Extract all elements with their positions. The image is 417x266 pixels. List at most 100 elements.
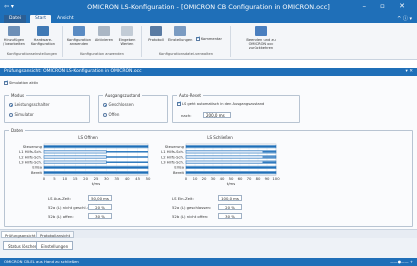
x-tick-label: 0: [43, 176, 46, 181]
timing-marker: [262, 161, 276, 163]
y-category-label: L2 Hilfs-Sch.: [19, 155, 42, 159]
open-timing-chart: 0 5 10 15 20 25 30 35 40 45 50t/msSteuerungL1 Hilf…: [19, 143, 151, 186]
radio-label: Offen: [108, 112, 120, 117]
auto-reset-checkbox-box[interactable]: [177, 101, 181, 106]
activate-label: Aktivieren: [94, 38, 114, 42]
x-tick-label: 45: [135, 176, 140, 181]
tab-datei[interactable]: Datei: [4, 15, 27, 23]
settings-icon: [174, 26, 186, 36]
activate-button[interactable]: Aktivieren: [94, 26, 114, 42]
y-category-label: Bereit: [173, 171, 185, 175]
ribbon-help-controls[interactable]: ^ ⓘ ▾: [397, 15, 412, 22]
radio-label: Geschlossen: [108, 102, 134, 107]
simulation-checkbox-box[interactable]: [4, 80, 8, 85]
x-tick-label: 90: [265, 176, 270, 181]
ribbon: Hinzufügen / bearbeiten Hardware-Konfigu…: [0, 23, 417, 60]
tab-ansicht[interactable]: Ansicht: [52, 15, 79, 23]
hardware-config-icon: [37, 26, 49, 36]
timing-marker: [44, 145, 148, 148]
stat-value-on-time: 100,0 ms: [218, 195, 242, 201]
radio-dot[interactable]: [9, 103, 13, 107]
stat-value-off-time: 50,00 ms: [88, 195, 112, 201]
timing-bar: [43, 150, 107, 154]
auto-reset-delay-input[interactable]: 200,0 ms: [203, 112, 231, 118]
x-tick-label: 15: [73, 176, 78, 181]
test-view-header: Prüfungsansicht: OMICRON LS-Konfiguratio…: [0, 68, 417, 76]
stat-value-52a-not-closed: 20 %: [88, 204, 112, 210]
add-edit-label: Hinzufügen / bearbeiten: [3, 38, 25, 46]
y-category-label: L3 Hilfs-Sch.: [19, 161, 42, 165]
settings-label: Einstellungen: [168, 38, 193, 42]
enter-values-label: Eingeben Werten: [118, 38, 136, 46]
panel-controls[interactable]: ▾ ✕: [406, 68, 413, 76]
timing-marker: [186, 145, 276, 148]
hardware-config-button[interactable]: Hardware-Konfiguration: [28, 26, 58, 46]
radio-offen[interactable]: Offen: [103, 112, 119, 117]
simulation-checkbox[interactable]: Simulation aktiv: [4, 80, 38, 85]
y-category-label: L1 Hilfs-Sch.: [19, 150, 42, 154]
timing-bar: [43, 155, 107, 159]
enter-values-button[interactable]: Eingeben Werten: [116, 26, 138, 46]
enter-values-icon: [121, 26, 133, 36]
timing-marker: [106, 151, 148, 153]
radio-label: Simulator: [14, 112, 34, 117]
stat-label-52a-not-closed: 52a (L) nicht geschl.:: [48, 205, 89, 210]
x-tick-label: 10: [193, 176, 198, 181]
stat-value-52b-not-open: 30 %: [218, 213, 242, 219]
stat-value-52b-open: 30 %: [88, 213, 112, 219]
radio-leistungsschalter[interactable]: Leistungsschalter: [9, 102, 50, 107]
x-tick-label: 30: [211, 176, 216, 181]
title-bar: ⇦ ▾ OMICRON LS-Konfiguration - [OMICRON …: [0, 0, 417, 14]
exit-return-button[interactable]: Beenden und zu OMICRON occ zurückkehren: [238, 26, 284, 50]
ribbon-separator: [62, 26, 63, 57]
timing-marker: [186, 166, 276, 169]
group-label-file: Konfigurationsdatei-verwalten: [158, 52, 214, 56]
radio-dot[interactable]: [9, 113, 13, 117]
x-tick-label: 60: [238, 176, 243, 181]
x-axis-label: t/ms: [92, 181, 100, 186]
timing-marker: [44, 171, 148, 174]
status-text: OMICRON CB-EL aus Hand zu schließen: [4, 259, 79, 264]
radio-dot[interactable]: [103, 103, 107, 107]
hardware-config-label: Hardware-Konfiguration: [30, 38, 56, 46]
window-title: OMICRON LS-Konfiguration - [OMICRON CB C…: [87, 3, 330, 11]
protocol-button[interactable]: Protokoll: [145, 26, 167, 42]
window-controls[interactable]: – ▫ ✕: [362, 2, 411, 10]
tab-protocol-view[interactable]: Protokollansicht: [36, 231, 75, 238]
stat-label-52a-closed: 52a (L) geschlossen:: [172, 205, 212, 210]
initial-state-legend: Ausgangszustand: [103, 93, 143, 98]
comment-checkbox[interactable]: Kommentar: [196, 36, 222, 41]
auto-reset-after-label: nach:: [181, 113, 192, 118]
x-tick-label: 35: [114, 176, 119, 181]
exit-return-label: Beenden und zu OMICRON occ zurückkehren: [246, 38, 276, 50]
radio-dot[interactable]: [103, 113, 107, 117]
tab-test-view[interactable]: Prüfungsansicht: [1, 231, 40, 238]
timing-marker: [106, 161, 148, 163]
auto-reset-checkbox[interactable]: LS geht automatisch in den Ausgangszusta…: [177, 101, 264, 106]
y-category-label: L3 Hilfs-Sch.: [161, 161, 184, 165]
status-settings-button[interactable]: Einstellungen: [36, 241, 74, 250]
group-label-apply: Konfiguration anwenden: [80, 52, 124, 56]
stat-value-52a-closed: 20 %: [218, 204, 242, 210]
tab-start[interactable]: Start: [30, 15, 51, 23]
status-button-area: Status löschen Einstellungen: [0, 238, 417, 258]
stat-label-52b-not-open: 52b (L) nicht offen:: [172, 214, 209, 219]
x-tick-label: 80: [256, 176, 261, 181]
settings-button[interactable]: Einstellungen: [168, 26, 192, 42]
radio-simulator[interactable]: Simulator: [9, 112, 34, 117]
x-tick-label: 0: [185, 176, 188, 181]
radio-geschlossen[interactable]: Geschlossen: [103, 102, 134, 107]
apply-config-button[interactable]: Konfiguration anwenden: [66, 26, 92, 46]
add-edit-button[interactable]: Hinzufügen / bearbeiten: [3, 26, 25, 46]
x-tick-label: 30: [104, 176, 109, 181]
y-category-label: L1 Hilfs-Sch.: [161, 150, 184, 154]
apply-config-label: Konfiguration anwenden: [66, 38, 92, 46]
add-edit-icon: [8, 26, 20, 36]
comment-checkbox-box[interactable]: [196, 36, 200, 41]
apply-config-icon: [73, 26, 85, 36]
timing-bar: [43, 160, 107, 164]
view-tab-bar: Prüfungsansicht Protokollansicht: [0, 229, 417, 238]
x-tick-label: 20: [202, 176, 207, 181]
zoom-slider[interactable]: ——●—— +: [390, 258, 413, 266]
modus-legend: Modus: [9, 93, 27, 98]
